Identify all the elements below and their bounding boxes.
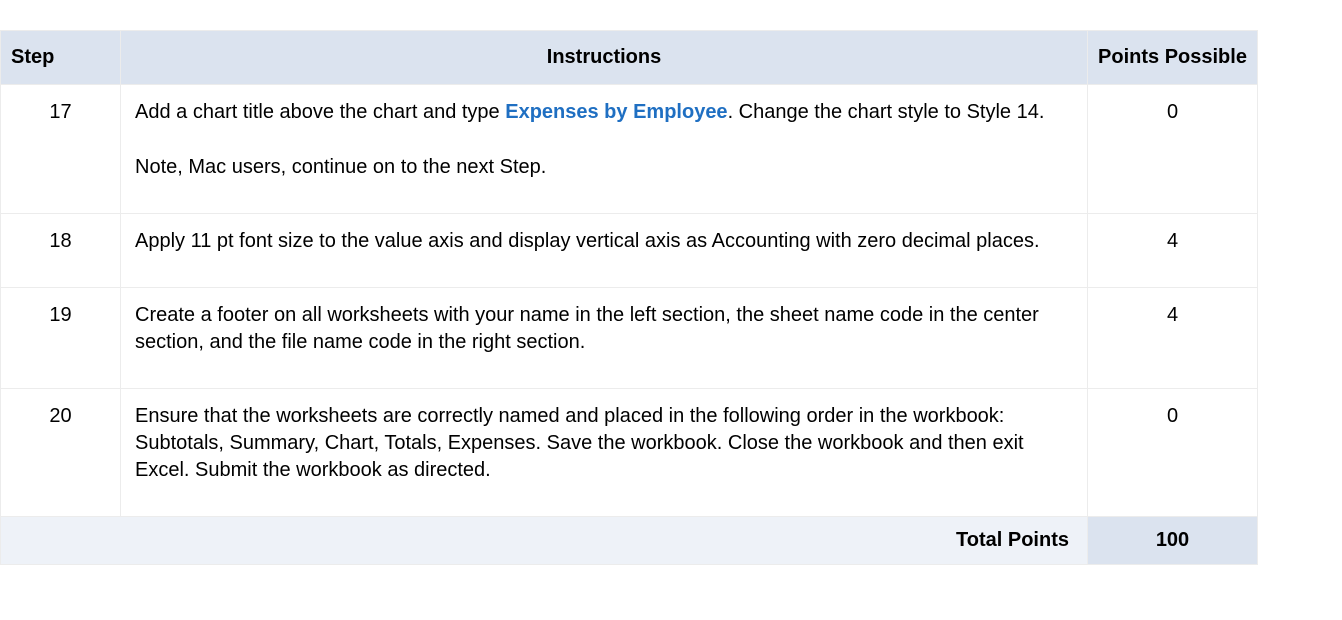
instr-note: Note, Mac users, continue on to the next…	[135, 156, 546, 178]
instr-bold: Expenses by Employee	[505, 101, 727, 123]
instruction-text: Ensure that the worksheets are correctly…	[121, 389, 1088, 517]
step-number: 20	[1, 389, 121, 517]
header-points: Points Possible	[1088, 31, 1258, 85]
step-number: 17	[1, 85, 121, 214]
points-value: 0	[1088, 85, 1258, 214]
instruction-text: Add a chart title above the chart and ty…	[121, 85, 1088, 214]
instruction-text: Create a footer on all worksheets with y…	[121, 288, 1088, 389]
step-number: 18	[1, 214, 121, 288]
table-row: 18 Apply 11 pt font size to the value ax…	[1, 214, 1258, 288]
points-value: 4	[1088, 214, 1258, 288]
total-value: 100	[1088, 517, 1258, 565]
total-row: Total Points 100	[1, 517, 1258, 565]
instructions-table: Step Instructions Points Possible 17 Add…	[0, 30, 1258, 565]
instr-part-a: Add a chart title above the chart and ty…	[135, 101, 505, 123]
instruction-text: Apply 11 pt font size to the value axis …	[121, 214, 1088, 288]
points-value: 0	[1088, 389, 1258, 517]
header-instructions: Instructions	[121, 31, 1088, 85]
instr-part-b: . Change the chart style to Style 14.	[728, 101, 1045, 123]
table-row: 19 Create a footer on all worksheets wit…	[1, 288, 1258, 389]
table-row: 17 Add a chart title above the chart and…	[1, 85, 1258, 214]
header-row: Step Instructions Points Possible	[1, 31, 1258, 85]
step-number: 19	[1, 288, 121, 389]
points-value: 4	[1088, 288, 1258, 389]
header-step: Step	[1, 31, 121, 85]
table-row: 20 Ensure that the worksheets are correc…	[1, 389, 1258, 517]
total-label: Total Points	[1, 517, 1088, 565]
